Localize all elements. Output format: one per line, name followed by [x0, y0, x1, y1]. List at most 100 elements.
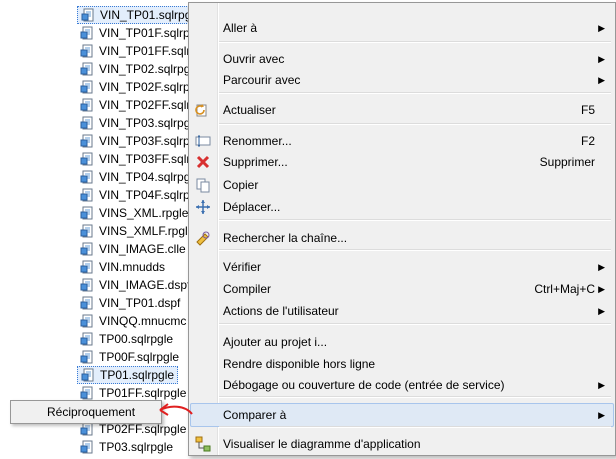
tree-item[interactable]: VIN_IMAGE.dspf: [80, 276, 190, 294]
source-file-icon: [81, 368, 97, 382]
tree-item-label: VIN_TP01.dspf: [99, 296, 181, 310]
menu-item[interactable]: Aller à ▶: [191, 17, 613, 39]
menu-item[interactable]: Comparer à ▶: [190, 403, 614, 427]
menu-item[interactable]: Actions de l'utilisateur ▶: [191, 300, 613, 322]
menu-item-label: Déplacer...: [223, 200, 281, 214]
menu-item[interactable]: Ouvrir avec ▶: [191, 48, 613, 70]
menu-separator: [219, 396, 611, 398]
source-file-icon: [80, 44, 96, 58]
tree-item-label: VINS_XMLF.rpgle: [99, 224, 195, 238]
rename-icon: [195, 133, 211, 149]
menu-item-label: Copier: [223, 178, 259, 192]
source-file-icon: [80, 152, 96, 166]
source-file-icon: [80, 332, 96, 346]
menu-item[interactable]: Ajouter au projet i...: [191, 331, 613, 353]
tree-item[interactable]: VIN_TP03.sqlrpgl: [80, 114, 193, 132]
source-file-icon: [81, 8, 97, 22]
menu-item-label: Supprimer...: [223, 155, 288, 169]
tree-item[interactable]: VIN_TP04F.sqlrpc: [80, 186, 196, 204]
source-file-icon: [80, 350, 96, 364]
source-file-icon: [80, 224, 96, 238]
tree-item[interactable]: TP03.sqlrpgle: [80, 438, 173, 456]
diagram-icon: [195, 436, 211, 452]
source-file-icon: [80, 422, 96, 436]
tree-item[interactable]: VIN_TP03F.sqlrpg: [80, 132, 196, 150]
menu-item-label: Débogage ou couverture de code (entrée d…: [223, 378, 505, 392]
tree-item[interactable]: VIN.mnudds: [80, 258, 165, 276]
menu-item-label: Actions de l'utilisateur: [223, 304, 339, 318]
submenu-item-reciproquement[interactable]: Réciproquement: [47, 401, 135, 423]
file-tree: VIN_TP01.sqlrpgle VIN_TP01F.sqlrpgl VIN_TP…: [0, 0, 205, 458]
tree-item-label: TP03.sqlrpgle: [99, 440, 174, 454]
source-file-icon: [80, 26, 96, 40]
tree-item[interactable]: VIN_TP01.dspf: [80, 294, 180, 312]
source-file-icon: [80, 116, 96, 130]
refresh-icon: [195, 102, 211, 118]
source-file-icon: [80, 62, 96, 76]
menu-item-shortcut: F5: [580, 103, 595, 117]
tree-item-label: VIN_TP04.sqlrpgle: [99, 170, 200, 184]
menu-item[interactable]: Déplacer...: [191, 196, 613, 218]
tree-item-label: VIN.mnudds: [99, 260, 166, 274]
menu-separator: [219, 92, 611, 94]
menu-item[interactable]: Vérifier ▶: [191, 256, 613, 278]
menu-item[interactable]: Compiler Ctrl+Maj+C ▶: [191, 278, 613, 300]
submenu-arrow-icon: ▶: [598, 306, 605, 316]
copy-icon: [195, 177, 211, 193]
tree-item[interactable]: TP00.sqlrpgle: [80, 330, 173, 348]
tree-item[interactable]: VIN_TP01F.sqlrpgl: [80, 24, 199, 42]
submenu-arrow-icon: ▶: [598, 284, 605, 294]
menu-item-label: Rendre disponible hors ligne: [223, 357, 376, 371]
tree-item[interactable]: VINS_XML.rpgle: [80, 204, 188, 222]
menu-item[interactable]: Débogage ou couverture de code (entrée d…: [191, 374, 613, 396]
tree-item[interactable]: TP01.sqlrpgle: [77, 366, 179, 384]
menu-item[interactable]: Visualiser le diagramme d'application: [191, 433, 613, 455]
menu-item-label: Actualiser: [223, 103, 276, 117]
tree-item-label: TP00.sqlrpgle: [99, 332, 174, 346]
menu-item-label: Aller à: [223, 21, 258, 35]
source-file-icon: [80, 386, 96, 400]
tree-item-label: VIN_TP04F.sqlrpc: [99, 188, 196, 202]
menu-item[interactable]: Parcourir avec ▶: [191, 69, 613, 91]
tree-item[interactable]: VINS_XMLF.rpgle: [80, 222, 194, 240]
submenu-arrow-icon: ▶: [598, 23, 605, 33]
tree-item[interactable]: VIN_TP03FF.sqlrp: [80, 150, 197, 168]
tree-item[interactable]: VIN_TP04.sqlrpgle: [80, 168, 200, 186]
tree-item[interactable]: VIN_IMAGE.clle: [80, 240, 186, 258]
tree-item-label: VIN_TP02.sqlrpgle: [99, 62, 200, 76]
menu-item[interactable]: Rendre disponible hors ligne: [191, 353, 613, 375]
tree-item-label: VIN_TP03F.sqlrpg: [99, 134, 197, 148]
menu-separator: [219, 426, 611, 428]
source-file-icon: [80, 296, 96, 310]
source-file-icon: [80, 170, 96, 184]
tree-item[interactable]: TP00F.sqlrpgle: [80, 348, 179, 366]
menu-item[interactable]: Supprimer... Supprimer: [191, 151, 613, 173]
tree-item[interactable]: VIN_TP02F.sqlrpg: [80, 78, 196, 96]
menu-item[interactable]: Copier: [191, 174, 613, 196]
tree-item[interactable]: VIN_TP02FF.sqlrpg: [80, 96, 204, 114]
delete-icon: [195, 154, 211, 170]
menu-item-label: Ajouter au projet i...: [223, 335, 328, 349]
move-icon: [195, 199, 211, 215]
submenu-arrow-icon: ▶: [598, 75, 605, 85]
menu-item[interactable]: Actualiser F5: [191, 99, 613, 121]
submenu-arrow-icon: ▶: [598, 54, 605, 64]
source-file-icon: [80, 98, 96, 112]
source-file-icon: [80, 80, 96, 94]
tree-item[interactable]: VINQQ.mnucmc: [80, 312, 186, 330]
source-file-icon: [80, 242, 96, 256]
compare-submenu: Réciproquement: [10, 400, 162, 424]
menu-item-label: Compiler: [223, 282, 272, 296]
source-file-icon: [80, 260, 96, 274]
tree-item-label: VIN_IMAGE.dspf: [99, 278, 191, 292]
menu-item-shortcut: F2: [580, 134, 595, 148]
menu-item[interactable]: Renommer... F2: [191, 130, 613, 152]
tree-item[interactable]: VIN_TP01.sqlrpgle: [77, 6, 205, 24]
menu-item-shortcut: Supprimer: [539, 155, 595, 169]
tree-item-label: VINS_XML.rpgle: [99, 206, 189, 220]
tree-item-label: VIN_IMAGE.clle: [99, 242, 186, 256]
tree-item[interactable]: VIN_TP02.sqlrpgle: [80, 60, 200, 78]
tree-item-label: VIN_TP03FF.sqlrp: [99, 152, 198, 166]
menu-item[interactable]: Rechercher la chaîne...: [191, 227, 613, 249]
tree-item[interactable]: VIN_TP01FF.sqlrp: [80, 42, 197, 60]
